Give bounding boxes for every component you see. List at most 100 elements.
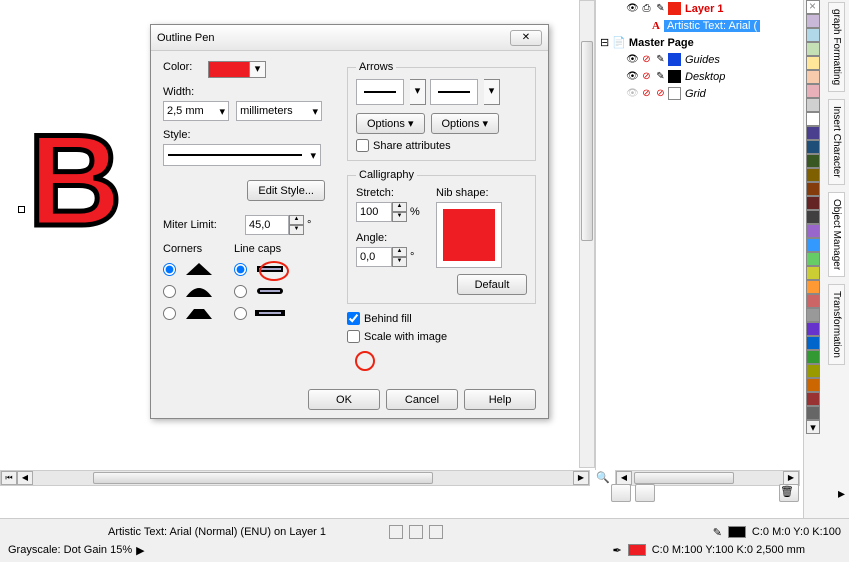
degree-symbol: ° [307, 219, 311, 231]
selection-handle[interactable] [18, 206, 25, 213]
status-grayscale: Grayscale: Dot Gain 15% [8, 544, 132, 556]
noprint-icon[interactable]: ⊘ [640, 53, 653, 66]
angle-input[interactable]: ▲▼ [356, 247, 407, 267]
share-attr-label: Share attributes [373, 140, 451, 152]
fill-tool-icon[interactable]: ✎ [713, 526, 722, 539]
cap-flat-radio[interactable] [234, 263, 247, 276]
canvas-hscroll[interactable]: ⏮ ◀ ▶ [0, 470, 590, 486]
layer-color[interactable] [668, 2, 681, 15]
outline-tool-icon[interactable]: ✒ [613, 544, 622, 557]
corner-bevel-radio[interactable] [163, 307, 176, 320]
arrow-start[interactable] [356, 79, 404, 105]
canvas-vscroll[interactable] [579, 0, 595, 468]
behind-fill-label: Behind fill [364, 313, 412, 325]
eye-icon[interactable]: 👁 [626, 70, 639, 83]
guides-layer[interactable]: Guides [685, 54, 720, 66]
stretch-input[interactable]: ▲▼ [356, 202, 407, 222]
eye-icon[interactable]: 👁 [626, 53, 639, 66]
arrow-start-dd[interactable]: ▾ [410, 79, 426, 105]
status-icon[interactable] [389, 525, 403, 539]
desktop-layer[interactable]: Desktop [685, 71, 725, 83]
collapse-icon[interactable]: ⊟ [600, 36, 609, 49]
layer-color[interactable] [668, 53, 681, 66]
delete-button[interactable]: 🗑 [779, 484, 799, 502]
edit-icon[interactable]: ✎ [654, 70, 667, 83]
palette-right-icon[interactable]: ▸ [838, 485, 845, 502]
expand-icon[interactable]: ▶ [136, 544, 144, 557]
grid-layer[interactable]: Grid [685, 88, 706, 100]
corner-miter-radio[interactable] [163, 263, 176, 276]
master-page[interactable]: Master Page [629, 37, 694, 49]
share-attr-checkbox[interactable] [356, 139, 369, 152]
arrow-end-dd[interactable]: ▾ [484, 79, 500, 105]
edit-icon[interactable]: ✎ [654, 53, 667, 66]
dialog-title: Outline Pen [157, 32, 510, 44]
noedit-icon[interactable]: ⊘ [654, 87, 667, 100]
zoom-icon[interactable]: 🔍 [596, 471, 599, 484]
outline-pen-dialog: Outline Pen ✕ Color: ▾ Width: 2,5 mm▾ mi… [150, 24, 549, 419]
options-end-button[interactable]: Options ▾ [431, 113, 500, 134]
new-master-button[interactable] [635, 484, 655, 502]
corner-round-icon [184, 285, 214, 297]
tab-transformation[interactable]: Transformation [828, 284, 845, 365]
tab-graph-formatting[interactable]: graph Formatting [828, 2, 845, 92]
docker-tabs: × ▾ graph Formatting Insert Character Ob… [803, 0, 849, 562]
noprint-icon[interactable]: ⊘ [640, 70, 653, 83]
tab-insert-character[interactable]: Insert Character [828, 99, 845, 185]
calligraphy-legend: Calligraphy [356, 169, 417, 181]
layer-color[interactable] [668, 70, 681, 83]
annotation-circle [259, 261, 289, 281]
text-icon: A [652, 20, 660, 32]
artistic-text-b[interactable]: B [28, 105, 122, 255]
layer-name[interactable]: Layer 1 [685, 3, 724, 15]
cap-round-icon [255, 285, 285, 297]
page-first-icon[interactable]: ⏮ [1, 471, 17, 485]
behind-fill-checkbox[interactable] [347, 312, 360, 325]
nib-label: Nib shape: [436, 187, 502, 199]
default-button[interactable]: Default [457, 274, 527, 295]
cap-ext-radio[interactable] [234, 307, 247, 320]
cancel-button[interactable]: Cancel [386, 389, 458, 410]
print-icon[interactable]: ⎙ [640, 2, 653, 15]
edit-style-button[interactable]: Edit Style... [247, 180, 325, 201]
calligraphy-fieldset: Calligraphy Stretch: ▲▼ % Angle: ▲▼ ° [347, 169, 536, 304]
eye-off-icon[interactable]: 👁 [626, 87, 639, 100]
status-icon[interactable] [409, 525, 423, 539]
scroll-right-icon[interactable]: ▶ [573, 471, 589, 485]
outline-swatch[interactable] [628, 544, 646, 556]
new-layer-button[interactable] [611, 484, 631, 502]
corner-round-radio[interactable] [163, 285, 176, 298]
miter-input[interactable]: ▲▼ [245, 215, 304, 235]
ok-button[interactable]: OK [308, 389, 380, 410]
cap-round-radio[interactable] [234, 285, 247, 298]
tab-object-manager[interactable]: Object Manager [828, 192, 845, 277]
status-icon[interactable] [429, 525, 443, 539]
help-button[interactable]: Help [464, 389, 536, 410]
color-label: Color: [163, 61, 205, 73]
pct-symbol: % [410, 206, 420, 218]
width-input[interactable]: 2,5 mm▾ [163, 101, 229, 121]
scale-image-checkbox[interactable] [347, 330, 360, 343]
color-swatch[interactable] [208, 61, 250, 78]
outline-color-text: C:0 M:100 Y:100 K:0 2,500 mm [652, 544, 805, 556]
nib-preview[interactable] [436, 202, 502, 268]
scale-image-label: Scale with image [364, 331, 447, 343]
color-dropdown[interactable]: ▾ [250, 61, 266, 78]
arrows-legend: Arrows [356, 61, 396, 73]
style-dropdown[interactable]: ▾ [163, 144, 321, 166]
arrow-end[interactable] [430, 79, 478, 105]
eye-icon[interactable]: 👁 [626, 2, 639, 15]
fill-swatch[interactable] [728, 526, 746, 538]
page-icon: 📄 [612, 36, 626, 49]
angle-label: Angle: [356, 232, 436, 244]
dialog-titlebar[interactable]: Outline Pen ✕ [151, 25, 548, 51]
width-units[interactable]: millimeters▾ [236, 101, 322, 121]
selected-object[interactable]: Artistic Text: Arial ( [664, 20, 760, 32]
page-prev-icon[interactable]: ◀ [17, 471, 33, 485]
close-button[interactable]: ✕ [510, 30, 542, 46]
layer-color[interactable] [668, 87, 681, 100]
options-start-button[interactable]: Options ▾ [356, 113, 425, 134]
color-palette[interactable]: × ▾ [806, 0, 822, 434]
edit-icon[interactable]: ✎ [654, 2, 667, 15]
noprint-icon[interactable]: ⊘ [640, 87, 653, 100]
